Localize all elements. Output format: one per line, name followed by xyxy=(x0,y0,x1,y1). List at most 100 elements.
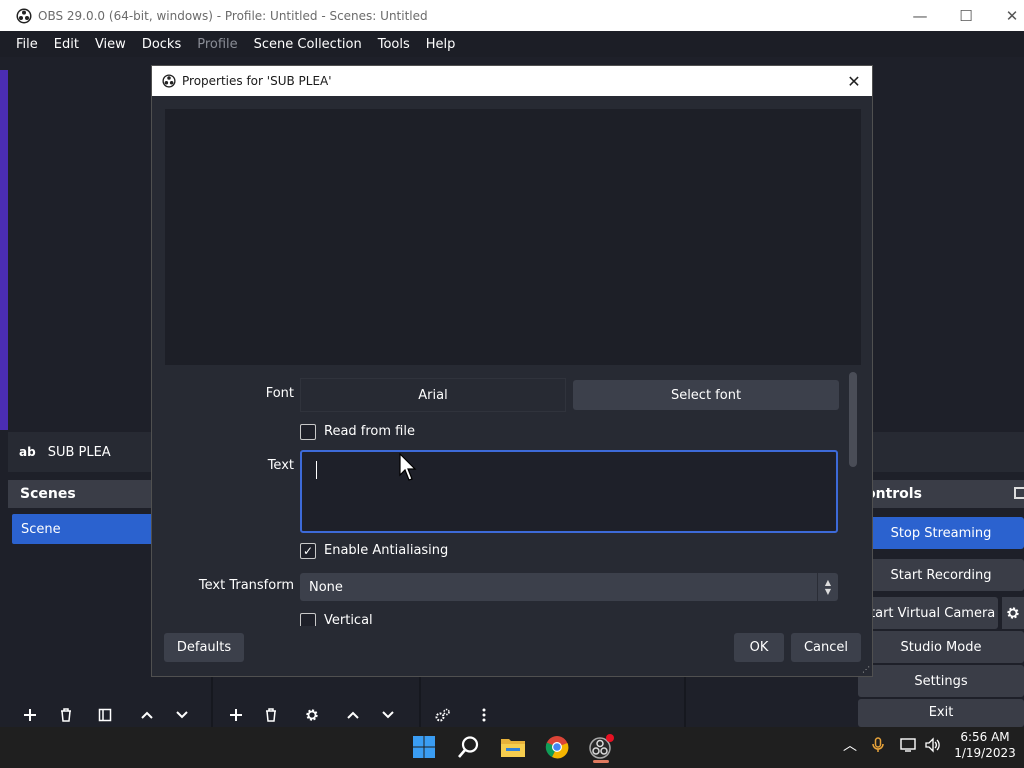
settings-button[interactable]: Settings xyxy=(858,665,1024,697)
minimize-button[interactable]: — xyxy=(897,0,943,31)
volume-icon xyxy=(925,737,940,753)
cancel-button[interactable]: Cancel xyxy=(791,633,861,662)
enable-antialiasing-label[interactable]: Enable Antialiasing xyxy=(324,543,448,558)
tray-volume-button[interactable] xyxy=(923,735,943,755)
resize-grip-icon[interactable]: ⋰ xyxy=(862,666,870,674)
move-source-down-button[interactable] xyxy=(377,705,399,725)
tray-mic-button[interactable] xyxy=(868,735,888,755)
undock-icon[interactable] xyxy=(1014,487,1024,499)
menu-bar: File Edit View Docks Profile Scene Colle… xyxy=(0,31,1024,57)
clock-time: 6:56 AM xyxy=(960,730,1010,744)
virtual-camera-settings-button[interactable] xyxy=(1002,597,1024,629)
vertical-checkbox[interactable] xyxy=(300,613,316,626)
controls-dock-header: ontrols xyxy=(858,480,1024,508)
chevron-down-icon xyxy=(382,711,394,719)
remove-scene-button[interactable] xyxy=(55,705,77,725)
text-transform-label: Text Transform xyxy=(198,578,294,593)
taskbar-search-button[interactable] xyxy=(452,731,484,763)
obs-logo-icon xyxy=(589,734,614,759)
vertical-label[interactable]: Vertical xyxy=(324,613,373,626)
menu-scene-collection[interactable]: Scene Collection xyxy=(246,37,370,52)
taskbar-clock[interactable]: 6:56 AM 1/19/2023 xyxy=(948,729,1022,761)
obs-logo-icon xyxy=(162,74,176,88)
defaults-button[interactable]: Defaults xyxy=(164,633,244,662)
start-virtual-camera-button[interactable]: tart Virtual Camera xyxy=(858,597,998,629)
active-app-indicator xyxy=(593,760,609,763)
text-source-icon: ab xyxy=(19,445,36,459)
filter-icon xyxy=(98,708,112,722)
maximize-button[interactable]: ☐ xyxy=(943,0,989,31)
mouse-pointer-icon xyxy=(399,453,417,481)
studio-mode-button[interactable]: Studio Mode xyxy=(858,631,1024,663)
exit-button[interactable]: Exit xyxy=(858,699,1024,727)
taskbar-chrome-button[interactable] xyxy=(541,731,573,763)
source-name[interactable]: SUB PLEA xyxy=(48,445,111,460)
dialog-title: Properties for 'SUB PLEA' xyxy=(182,74,332,88)
window-titlebar: OBS 29.0.0 (64-bit, windows) - Profile: … xyxy=(0,0,1024,31)
ok-button[interactable]: OK xyxy=(734,633,784,662)
menu-file[interactable]: File xyxy=(8,37,46,52)
font-value-display: Arial xyxy=(300,378,566,412)
dialog-titlebar: Properties for 'SUB PLEA' ✕ xyxy=(152,66,872,96)
chevron-up-icon xyxy=(347,711,359,719)
dialog-close-button[interactable]: ✕ xyxy=(842,69,866,93)
windows-start-icon xyxy=(413,736,435,758)
add-scene-button[interactable] xyxy=(19,705,41,725)
spin-arrows-icon: ▲ ▼ xyxy=(817,573,838,601)
close-window-button[interactable]: ✕ xyxy=(989,0,1024,31)
add-source-button[interactable] xyxy=(225,705,247,725)
preview-canvas-edge xyxy=(0,70,8,430)
read-from-file-checkbox[interactable] xyxy=(300,424,316,440)
taskbar-obs-button[interactable] xyxy=(585,731,617,763)
network-icon xyxy=(900,738,916,752)
dock-separator xyxy=(684,676,686,727)
menu-edit[interactable]: Edit xyxy=(46,37,87,52)
move-scene-up-button[interactable] xyxy=(136,705,158,725)
controls-dock-title: ontrols xyxy=(866,486,922,502)
move-scene-down-button[interactable] xyxy=(171,705,193,725)
source-properties-button[interactable] xyxy=(301,705,323,725)
text-transform-select[interactable]: None ▲ ▼ xyxy=(300,573,838,601)
menu-docks[interactable]: Docks xyxy=(134,37,189,52)
more-vertical-icon xyxy=(482,708,486,722)
properties-dialog: Properties for 'SUB PLEA' ✕ Font Arial S… xyxy=(151,65,873,677)
stop-streaming-button[interactable]: Stop Streaming xyxy=(858,517,1024,549)
gears-icon xyxy=(435,708,450,722)
windows-start-button[interactable] xyxy=(408,731,440,763)
menu-tools[interactable]: Tools xyxy=(370,37,418,52)
scene-filters-button[interactable] xyxy=(94,705,116,725)
menu-help[interactable]: Help xyxy=(418,37,464,52)
text-caret xyxy=(316,461,317,479)
taskbar-explorer-button[interactable] xyxy=(497,731,529,763)
scene-list-item[interactable]: Scene xyxy=(12,514,158,544)
move-source-up-button[interactable] xyxy=(342,705,364,725)
remove-source-button[interactable] xyxy=(260,705,282,725)
plus-icon xyxy=(230,709,242,721)
properties-scrollbar-thumb[interactable] xyxy=(849,372,857,467)
text-transform-value: None xyxy=(309,579,343,595)
menu-profile[interactable]: Profile xyxy=(189,37,245,52)
search-icon xyxy=(458,736,479,758)
read-from-file-label[interactable]: Read from file xyxy=(324,424,415,439)
clock-date: 1/19/2023 xyxy=(954,746,1016,760)
tray-network-button[interactable] xyxy=(899,735,919,755)
trash-icon xyxy=(61,708,71,722)
obs-logo-icon xyxy=(16,8,32,23)
chevron-down-icon xyxy=(176,711,188,719)
font-label: Font xyxy=(265,386,294,401)
chrome-icon xyxy=(545,736,569,759)
menu-view[interactable]: View xyxy=(87,37,134,52)
enable-antialiasing-checkbox[interactable]: ✓ xyxy=(300,543,316,559)
tray-overflow-chevron[interactable]: ︿ xyxy=(840,735,860,755)
text-label: Text xyxy=(267,458,294,473)
dock-separator xyxy=(211,676,213,727)
select-font-button[interactable]: Select font xyxy=(573,380,839,410)
microphone-icon xyxy=(872,737,884,752)
text-input[interactable] xyxy=(300,450,838,533)
audio-mixer-menu-button[interactable] xyxy=(473,705,495,725)
vertical-row-clip: Vertical xyxy=(292,611,692,626)
file-explorer-icon xyxy=(501,739,525,757)
start-recording-button[interactable]: Start Recording xyxy=(858,559,1024,591)
audio-advanced-properties-button[interactable] xyxy=(432,705,454,725)
gear-icon xyxy=(306,709,318,721)
